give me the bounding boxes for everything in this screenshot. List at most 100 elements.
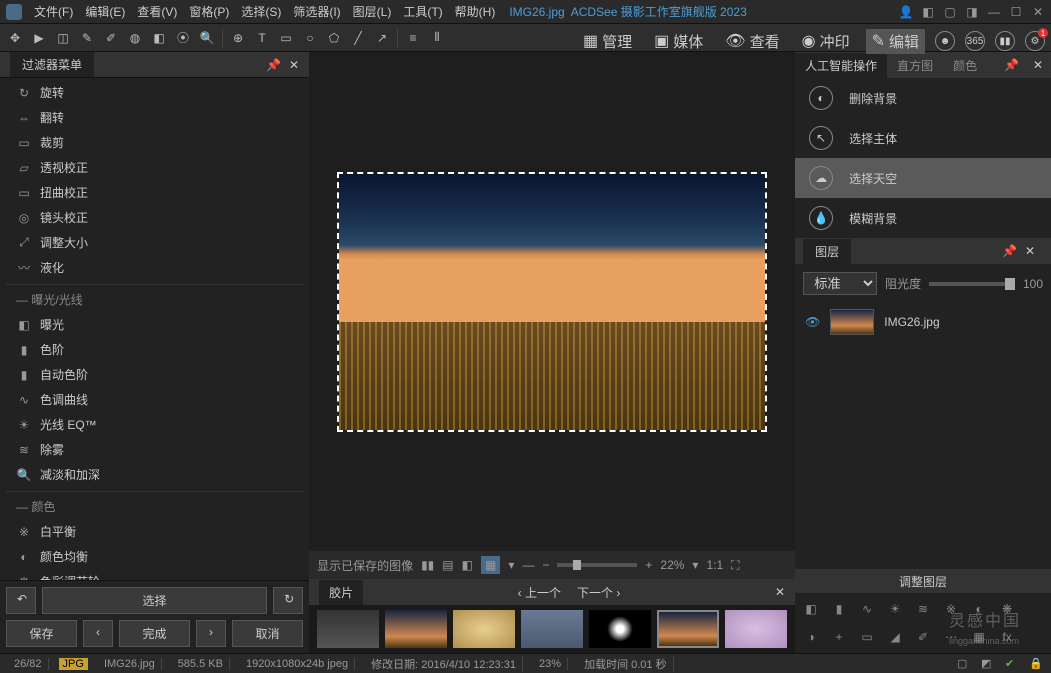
stats-icon[interactable]: ▮▮	[995, 31, 1015, 51]
close-icon[interactable]: ✕	[1031, 5, 1045, 19]
mode-media[interactable]: ▣媒体	[648, 29, 709, 54]
save-button[interactable]: 保存	[6, 620, 77, 647]
mode-view[interactable]: 👁查看	[719, 29, 785, 54]
eyedrop-tool-icon[interactable]: ⦿	[174, 29, 192, 47]
panel-close-icon[interactable]: ✕	[289, 58, 299, 72]
gradient-tool-icon[interactable]: ◧	[150, 29, 168, 47]
opacity-slider[interactable]	[929, 282, 1015, 286]
filter-item[interactable]: ▮色阶	[6, 337, 303, 362]
adj-mask-icon[interactable]: ▭	[857, 627, 877, 647]
line-tool-icon[interactable]: ╱	[349, 29, 367, 47]
thumb-5[interactable]	[589, 610, 651, 648]
status-icon-3[interactable]: ✔	[1005, 657, 1019, 671]
adj-hsl-icon[interactable]: ❋	[997, 599, 1017, 619]
filmstrip-tab[interactable]: 胶片	[319, 580, 363, 605]
adj-lut-icon[interactable]: ▦	[969, 627, 989, 647]
layer-item[interactable]: 👁 IMG26.jpg	[795, 303, 1051, 341]
status-icon-1[interactable]: ▢	[957, 657, 971, 671]
filter-item[interactable]: ▭扭曲校正	[6, 180, 303, 205]
status-icon-2[interactable]: ◩	[981, 657, 995, 671]
layer-panel-tab[interactable]: 图层	[803, 239, 851, 264]
notify-icon[interactable]: ⚙	[1025, 31, 1045, 51]
365-icon[interactable]: 365	[965, 31, 985, 51]
filter-item[interactable]: ◧曝光	[6, 312, 303, 337]
mode-edit[interactable]: ✎编辑	[866, 29, 925, 54]
adj-split-icon[interactable]: ◑	[801, 627, 821, 647]
pointer-tool-icon[interactable]: ▶	[30, 29, 48, 47]
adj-wb-icon[interactable]: ※	[941, 599, 961, 619]
ai-op-item[interactable]: ◐删除背景	[795, 78, 1051, 118]
adj-dehaze-icon[interactable]: ≋	[913, 599, 933, 619]
filter-item[interactable]: 🔍减淡和加深	[6, 462, 303, 487]
ellipse-tool-icon[interactable]: ○	[301, 29, 319, 47]
redo-button[interactable]: ↻	[273, 587, 303, 614]
canvas-area[interactable]	[309, 52, 795, 551]
filter-item[interactable]: ◎镜头校正	[6, 205, 303, 230]
tab-histogram[interactable]: 直方图	[887, 53, 943, 78]
filter-panel-tab[interactable]: 过滤器菜单	[10, 52, 94, 77]
filter-item[interactable]: ≋除雾	[6, 437, 303, 462]
zoom-tool-icon[interactable]: 🔍	[198, 29, 216, 47]
filter-item[interactable]: ◐颜色均衡	[6, 544, 303, 569]
menu-filter[interactable]: 筛选器(I)	[289, 1, 344, 22]
ai-op-item[interactable]: ☁选择天空	[795, 158, 1051, 198]
polygon-tool-icon[interactable]: ⬠	[325, 29, 343, 47]
dropdown-icon[interactable]: ▾	[508, 558, 514, 572]
adj-brush-icon[interactable]: ✐	[913, 627, 933, 647]
maximize-icon[interactable]: ☐	[1009, 5, 1023, 19]
adj-add-icon[interactable]: +	[829, 627, 849, 647]
align-tool-icon[interactable]: ≡	[404, 29, 422, 47]
thumb-1[interactable]	[317, 610, 379, 648]
shape-tool-icon[interactable]: ▭	[277, 29, 295, 47]
scale-1-1[interactable]: 1:1	[706, 558, 723, 572]
menu-help[interactable]: 帮助(H)	[451, 1, 500, 22]
zoom-out-icon[interactable]: −	[542, 558, 549, 572]
filter-item[interactable]: 〰液化	[6, 255, 303, 280]
thumb-7[interactable]	[725, 610, 787, 648]
layout-icon-2[interactable]: ▢	[943, 5, 957, 19]
menu-layer[interactable]: 图层(L)	[349, 1, 396, 22]
filmstrip-prev[interactable]: ‹ 上一个	[518, 584, 561, 601]
mode-manage[interactable]: ▦管理	[577, 29, 638, 54]
filter-item[interactable]: ↻旋转	[6, 80, 303, 105]
mask-icon[interactable]: ◧	[462, 558, 473, 572]
zoom-dropdown-icon[interactable]: ▾	[692, 558, 698, 572]
filter-item[interactable]: ※白平衡	[6, 519, 303, 544]
cancel-button[interactable]: 取消	[232, 620, 303, 647]
adj-curves-icon[interactable]: ∿	[857, 599, 877, 619]
marquee-tool-icon[interactable]: ◫	[54, 29, 72, 47]
clone-tool-icon[interactable]: ⊕	[229, 29, 247, 47]
filter-item[interactable]: ∿色调曲线	[6, 387, 303, 412]
right-close-icon[interactable]: ✕	[1025, 58, 1051, 72]
distribute-tool-icon[interactable]: ⫴	[428, 29, 446, 47]
ai-op-item[interactable]: 💧模糊背景	[795, 198, 1051, 238]
pan-tool-icon[interactable]: ✥	[6, 29, 24, 47]
preview-icon[interactable]: ▦	[481, 556, 500, 574]
layer-close-icon[interactable]: ✕	[1017, 244, 1043, 258]
pen-tool-icon[interactable]: ✎	[78, 29, 96, 47]
fill-tool-icon[interactable]: ◍	[126, 29, 144, 47]
adj-color-icon[interactable]: ◐	[969, 599, 989, 619]
brush-tool-icon[interactable]: ✐	[102, 29, 120, 47]
tab-ai-ops[interactable]: 人工智能操作	[795, 53, 887, 78]
menu-tools[interactable]: 工具(T)	[399, 1, 446, 22]
fit-icon[interactable]: ⛶	[731, 558, 739, 573]
adj-levels-icon[interactable]: ▮	[829, 599, 849, 619]
adj-more-icon[interactable]: ⋯	[941, 627, 961, 647]
filter-item[interactable]: ⤢调整大小	[6, 230, 303, 255]
menu-select[interactable]: 选择(S)	[237, 1, 285, 22]
thumb-2[interactable]	[385, 610, 447, 648]
layout-icon-3[interactable]: ◨	[965, 5, 979, 19]
menu-edit[interactable]: 编辑(E)	[81, 1, 129, 22]
filter-item[interactable]: ⇔翻转	[6, 105, 303, 130]
adj-fx-icon[interactable]: fx	[997, 627, 1017, 647]
undo-button[interactable]: ↶	[6, 587, 36, 614]
histogram-icon[interactable]: ▮▮	[421, 558, 434, 572]
text-tool-icon[interactable]: T	[253, 29, 271, 47]
thumb-4[interactable]	[521, 610, 583, 648]
filter-item[interactable]: ▱透视校正	[6, 155, 303, 180]
minimize-icon[interactable]: —	[987, 5, 1001, 19]
layer-visibility-icon[interactable]: 👁	[805, 315, 820, 329]
ai-op-item[interactable]: ↖选择主体	[795, 118, 1051, 158]
arrow-tool-icon[interactable]: ↗	[373, 29, 391, 47]
